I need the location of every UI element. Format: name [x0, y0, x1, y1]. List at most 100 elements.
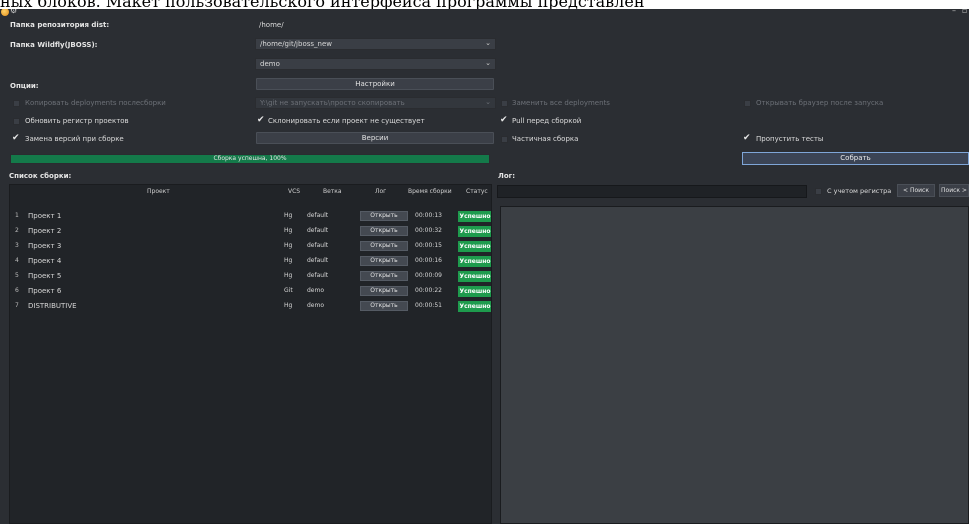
replace-versions-checkbox[interactable]: ✔ [12, 134, 20, 143]
profile-value: demo [260, 60, 280, 68]
update-registry-label: Обновить регистр проектов [25, 117, 129, 125]
pull-before-build-checkbox[interactable]: ✔ [500, 116, 508, 125]
branch-value: default [307, 257, 329, 264]
replace-all-deployments-label: Заменить все deployments [512, 99, 610, 107]
table-row[interactable]: 4 Проект 4 Hg default Открыть 00:00:16 У… [10, 256, 491, 267]
gear-icon[interactable]: ⚙ [10, 9, 17, 15]
open-log-button[interactable]: Открыть [360, 256, 408, 266]
open-log-button[interactable]: Открыть [360, 226, 408, 236]
vcs-value: Git [284, 287, 293, 294]
log-label: Лог: [498, 172, 516, 180]
build-time-value: 00:00:32 [415, 227, 442, 234]
table-row[interactable]: 2 Проект 2 Hg default Открыть 00:00:32 У… [10, 226, 491, 237]
status-badge: Успешно [458, 226, 491, 237]
profile-select[interactable]: demo ⌄ [255, 58, 496, 70]
open-log-button[interactable]: Открыть [360, 286, 408, 296]
chevron-down-icon: ⌄ [485, 39, 491, 47]
skip-tests-checkbox[interactable]: ✔ [743, 134, 751, 143]
settings-button[interactable]: Настройки [256, 78, 494, 90]
table-row[interactable]: 3 Проект 3 Hg default Открыть 00:00:15 У… [10, 241, 491, 252]
open-log-button[interactable]: Открыть [360, 241, 408, 251]
next-search-button[interactable]: Поиск > [939, 184, 969, 197]
build-time-value: 00:00:13 [415, 212, 442, 219]
open-browser-checkbox[interactable] [744, 100, 751, 107]
status-badge: Успешно [458, 286, 491, 297]
build-progress-bar: Сборка успешна, 100% [10, 154, 490, 164]
build-time-value: 00:00:16 [415, 257, 442, 264]
wildfly-dir-label: Папка Wildfly(JBOSS): [10, 41, 98, 49]
column-header-log[interactable]: Лог [375, 188, 386, 195]
app-icon [1, 9, 9, 16]
row-number: 4 [15, 257, 19, 264]
table-row[interactable]: 1 Проект 1 Hg default Открыть 00:00:13 У… [10, 211, 491, 222]
partial-build-label: Частичная сборка [512, 135, 579, 143]
status-badge: Успешно [458, 241, 491, 252]
log-output[interactable] [500, 206, 969, 524]
replace-versions-label: Замена версий при сборке [25, 135, 124, 143]
column-header-build-time[interactable]: Время сборки [408, 188, 452, 195]
branch-value: default [307, 272, 329, 279]
skip-tests-label: Пропустить тесты [756, 135, 824, 143]
project-name: Проект 1 [28, 212, 62, 220]
copy-deployments-checkbox[interactable] [13, 100, 20, 107]
partial-build-checkbox[interactable] [501, 136, 508, 143]
repo-dir-label: Папка репозитория dist: [10, 21, 110, 29]
status-badge: Успешно [458, 301, 491, 312]
project-name: Проект 3 [28, 242, 62, 250]
column-header-branch[interactable]: Ветка [323, 188, 342, 195]
wildfly-dir-value: /home/git/jboss_new [260, 40, 332, 48]
open-browser-label: Открывать браузер после запуска [756, 99, 884, 107]
build-time-value: 00:00:09 [415, 272, 442, 279]
vcs-value: Hg [284, 257, 293, 264]
vcs-value: Hg [284, 227, 293, 234]
document-text: ных блоков. Макет пользовательского инте… [0, 0, 644, 9]
table-row[interactable]: 7 DISTRIBUTIVE Hg demo Открыть 00:00:51 … [10, 301, 491, 312]
clone-if-missing-label: Склонировать если проект не существует [268, 117, 425, 125]
options-label: Опции: [10, 82, 39, 90]
column-header-vcs[interactable]: VCS [288, 188, 300, 195]
open-log-button[interactable]: Открыть [360, 211, 408, 221]
maximize-icon[interactable]: ▫ [962, 9, 967, 15]
column-header-project[interactable]: Проект [147, 188, 170, 195]
vcs-value: Hg [284, 272, 293, 279]
column-header-status[interactable]: Статус [466, 188, 488, 195]
project-name: Проект 2 [28, 227, 62, 235]
clone-if-missing-checkbox[interactable]: ✔ [257, 116, 265, 125]
deploy-path-value: Y:\git не запускать\просто скопировать [260, 99, 405, 107]
status-badge: Успешно [458, 271, 491, 282]
prev-search-button[interactable]: < Поиск [897, 184, 935, 197]
build-time-value: 00:00:15 [415, 242, 442, 249]
table-row[interactable]: 6 Проект 6 Git demo Открыть 00:00:22 Усп… [10, 286, 491, 297]
project-name: DISTRIBUTIVE [28, 302, 77, 310]
branch-value: demo [307, 302, 325, 309]
project-name: Проект 5 [28, 272, 62, 280]
open-log-button[interactable]: Открыть [360, 301, 408, 311]
versions-button[interactable]: Версии [256, 132, 494, 144]
vcs-value: Hg [284, 302, 293, 309]
project-name: Проект 4 [28, 257, 62, 265]
case-sensitive-label: С учетом регистра [827, 187, 892, 195]
open-log-button[interactable]: Открыть [360, 271, 408, 281]
replace-all-deployments-checkbox[interactable] [501, 100, 508, 107]
wildfly-dir-select[interactable]: /home/git/jboss_new ⌄ [255, 38, 496, 50]
deploy-path-select: Y:\git не запускать\просто скопировать ⌄ [255, 97, 496, 109]
minimize-icon[interactable]: – [952, 9, 956, 15]
build-time-value: 00:00:22 [415, 287, 442, 294]
progress-text: Сборка успешна, 100% [213, 155, 287, 162]
chevron-down-icon: ⌄ [485, 98, 491, 106]
log-search-input[interactable] [497, 185, 807, 198]
case-sensitive-checkbox[interactable] [815, 188, 822, 195]
status-badge: Успешно [458, 256, 491, 267]
update-registry-checkbox[interactable] [13, 118, 20, 125]
branch-value: demo [307, 287, 325, 294]
build-time-value: 00:00:51 [415, 302, 442, 309]
build-table: Проект VCS Ветка Лог Время сборки Статус… [9, 184, 492, 524]
build-button[interactable]: Собрать [742, 152, 969, 165]
branch-value: default [307, 227, 329, 234]
build-list-label: Список сборки: [9, 172, 72, 180]
repo-dir-value[interactable]: /home/ [259, 21, 284, 29]
status-badge: Успешно [458, 211, 491, 222]
pull-before-build-label: Pull перед сборкой [512, 117, 582, 125]
document-text-strip: ных блоков. Макет пользовательского инте… [0, 0, 969, 9]
table-row[interactable]: 5 Проект 5 Hg default Открыть 00:00:09 У… [10, 271, 491, 282]
